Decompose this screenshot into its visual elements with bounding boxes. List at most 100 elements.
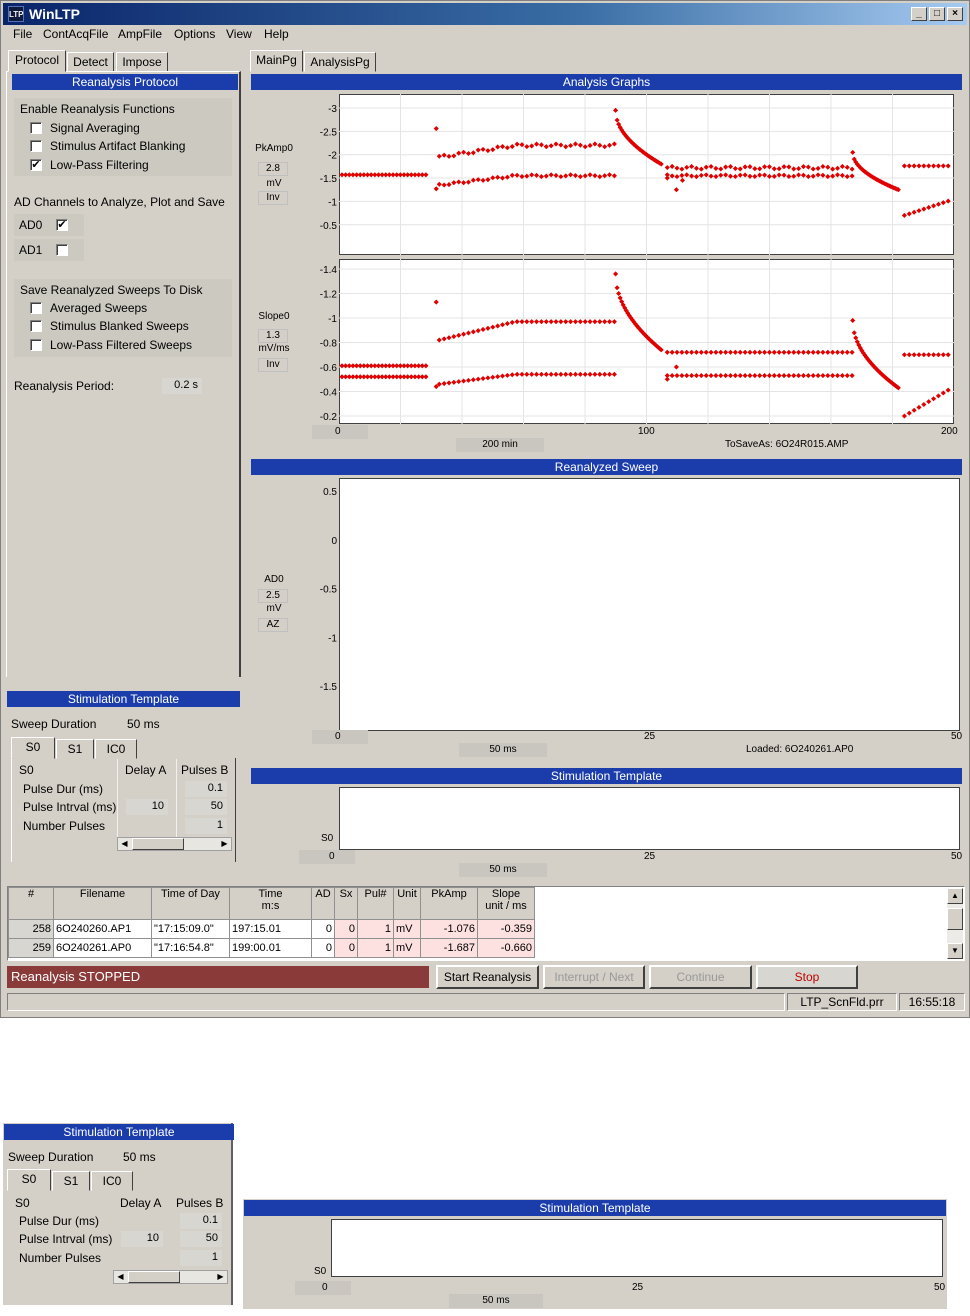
stim-copy-tab-s0[interactable]: S0 (7, 1169, 51, 1191)
col-header[interactable]: PkAmp (420, 887, 478, 920)
scroll-up-icon[interactable]: ▲ (947, 888, 963, 904)
stim-tab-s0[interactable]: S0 (11, 737, 55, 759)
scroll-right-icon[interactable]: ▶ (214, 1271, 227, 1283)
stim-copy-tab-s1[interactable]: S1 (52, 1171, 90, 1191)
scroll-left-icon[interactable]: ◀ (114, 1271, 127, 1283)
data-point (582, 319, 588, 325)
data-point (558, 371, 564, 377)
data-point (602, 319, 608, 325)
col-header[interactable]: # (8, 887, 54, 920)
sweep-duration-copy-value[interactable]: 50 ms (123, 1150, 156, 1164)
col-header[interactable]: Unit (393, 887, 421, 920)
stim-graph-copy-plot (331, 1219, 943, 1277)
data-point (499, 373, 506, 379)
data-point (451, 180, 457, 186)
start-reanalysis-button[interactable]: Start Reanalysis (436, 965, 539, 989)
data-point (524, 371, 530, 377)
data-point (568, 172, 574, 178)
scroll-down-icon[interactable]: ▼ (947, 943, 963, 959)
data-point (592, 319, 598, 325)
pulse-interval-copy-a-field[interactable]: 10 (121, 1231, 163, 1247)
col-header[interactable]: Sx (334, 887, 358, 920)
data-point (732, 373, 738, 379)
col-header[interactable]: Pul# (357, 887, 394, 920)
data-point (436, 181, 442, 187)
data-point (921, 401, 927, 408)
data-point (534, 319, 540, 325)
data-point (423, 363, 429, 369)
data-point (451, 153, 457, 159)
cell-pulse: 1 (357, 919, 394, 939)
table-scroll-thumb[interactable] (947, 908, 963, 930)
data-point (766, 373, 772, 379)
cell-time: 197:15.01 (229, 919, 312, 939)
col-header[interactable]: Filename (53, 887, 152, 920)
cell-unit: mV (393, 938, 421, 958)
tab-mainpg[interactable]: MainPg (250, 50, 303, 72)
data-point (504, 372, 510, 378)
sweep-x-unit[interactable]: 50 ms (459, 743, 547, 757)
data-point (674, 349, 680, 355)
pulse-dur-copy-b-field[interactable]: 0.1 (180, 1213, 222, 1229)
continue-button[interactable]: Continue (649, 965, 752, 989)
data-point (543, 319, 549, 325)
data-point (849, 373, 855, 379)
cell-index: 258 (8, 919, 54, 939)
data-point (543, 144, 549, 150)
sweep-unit: mV (266, 603, 282, 614)
data-point (926, 399, 932, 405)
sweep-scale[interactable]: 2.5 (258, 589, 288, 603)
table-row[interactable]: 258 6O240260.AP1 "17:15:09.0" 197:15.01 … (8, 919, 535, 939)
number-pulses-copy-b-field[interactable]: 1 (180, 1250, 222, 1266)
stim-copy-tab-ic0[interactable]: IC0 (91, 1171, 133, 1191)
stim-copy-scrollbar[interactable]: ◀ ▶ (113, 1270, 228, 1284)
data-point (776, 349, 782, 355)
data-point (563, 319, 569, 325)
data-point (732, 349, 738, 355)
stim-graph-x-tick: 25 (644, 851, 656, 862)
table-vscrollbar[interactable]: ▲ ▼ (947, 888, 963, 959)
sweep-x-tick: 25 (644, 731, 656, 742)
stim-graph-x-unit[interactable]: 50 ms (459, 863, 547, 877)
stim-graph-copy-x-unit[interactable]: 50 ms (449, 1294, 543, 1308)
stim-graph-x-scroll[interactable] (299, 850, 355, 864)
data-point (673, 364, 679, 370)
stop-button[interactable]: Stop (756, 965, 858, 989)
data-point (742, 349, 748, 355)
col-header[interactable]: Slope unit / ms (477, 887, 535, 920)
stim-graph-copy-x-tick: 0 (322, 1282, 328, 1293)
pulse-interval-copy-b-field[interactable]: 50 (180, 1231, 222, 1247)
data-point (931, 203, 937, 209)
col-header[interactable]: AD (311, 887, 335, 920)
data-point (587, 142, 593, 149)
data-point (679, 349, 685, 355)
data-point (757, 166, 763, 172)
data-point (911, 352, 917, 358)
slope-y-tick: -0.6 (320, 363, 338, 374)
scroll-thumb[interactable] (128, 1271, 180, 1283)
analysis-x-tick: 200 (941, 426, 958, 437)
data-point (708, 373, 714, 379)
data-point (901, 352, 907, 358)
data-point (592, 141, 598, 147)
stim-graph-channel: S0 (321, 833, 334, 844)
interrupt-next-button[interactable]: Interrupt / Next (543, 965, 645, 989)
sweep-x-tick: 50 (951, 731, 963, 742)
table-row[interactable]: 259 6O240261.AP0 "17:16:54.8" 199:00.01 … (8, 938, 535, 958)
data-point (558, 319, 564, 325)
sweep-y-tick: -1 (328, 633, 337, 644)
analysis-x-unit[interactable]: 200 min (456, 438, 544, 452)
data-point (786, 349, 792, 355)
data-point (776, 373, 782, 379)
tab-protocol[interactable]: Protocol (8, 50, 66, 72)
sweep-mode[interactable]: AZ (258, 618, 288, 632)
cell-slope: -0.660 (477, 938, 535, 958)
data-point (470, 377, 476, 383)
col-header[interactable]: Time of Day (151, 887, 230, 920)
data-point (679, 373, 685, 379)
data-point (911, 209, 917, 215)
data-point (926, 352, 932, 358)
loaded-file-label: Loaded: 6O240261.AP0 (746, 744, 854, 755)
data-point (597, 319, 603, 325)
col-header[interactable]: Time m:s (229, 887, 312, 920)
